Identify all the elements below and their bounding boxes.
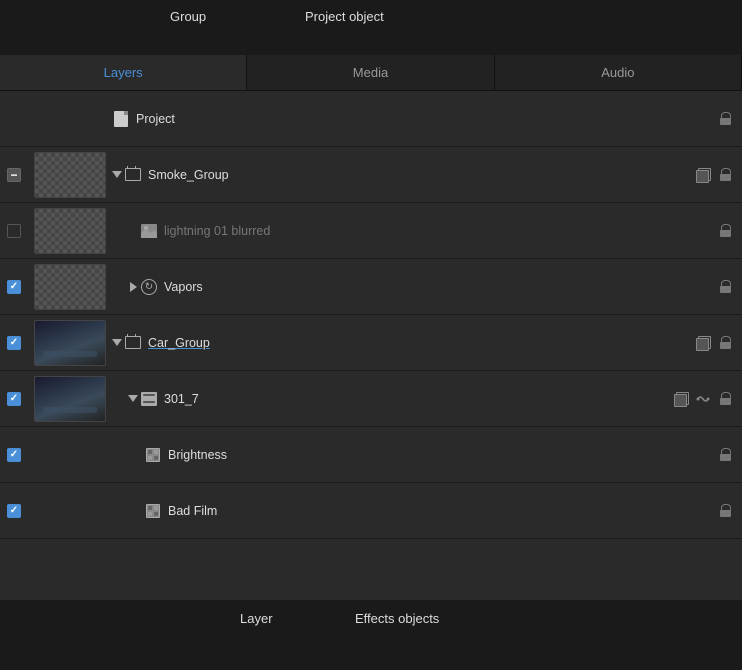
layer-checkbox[interactable] [7,280,21,294]
tab-layers[interactable]: Layers [0,55,247,90]
layer-expand-toggle[interactable] [128,394,138,404]
layer-type-icon [140,278,158,296]
layer-name: 301_7 [164,392,664,406]
layer-type-icon [144,446,162,464]
layer-expand-toggle[interactable] [112,170,122,180]
lock-icon[interactable] [716,111,734,127]
lock-icon[interactable] [716,335,734,351]
link-icon[interactable] [694,391,712,407]
layer-checkbox[interactable] [7,504,21,518]
lock-icon[interactable] [716,223,734,239]
layer-checkbox[interactable] [7,392,21,406]
lock-icon[interactable] [716,391,734,407]
tab-media[interactable]: Media [247,55,494,90]
layer-row[interactable]: lightning 01 blurred [0,203,742,259]
layer-name: Vapors [164,280,708,294]
lock-icon[interactable] [716,447,734,463]
layer-checkbox[interactable] [7,168,21,182]
layer-name: Smoke_Group [148,168,686,182]
layer-name: lightning 01 blurred [164,224,708,238]
layer-row[interactable]: Brightness [0,427,742,483]
layer-row[interactable]: Bad Film [0,483,742,539]
layer-name: Project [136,112,708,126]
layer-checkbox[interactable] [7,224,21,238]
tab-audio[interactable]: Audio [495,55,742,90]
layer-type-icon [124,334,142,352]
layers-panel: Layers Media Audio Project Smoke_Grouplig… [0,55,742,600]
layer-thumbnail [34,152,106,198]
layer-row[interactable]: Smoke_Group [0,147,742,203]
layer-checkbox[interactable] [7,336,21,350]
layer-type-icon [112,110,130,128]
layer-row[interactable]: Project [0,91,742,147]
layer-thumbnail [34,376,106,422]
layer-expand-toggle[interactable] [112,338,122,348]
layer-type-icon [140,222,158,240]
layer-annotation-label: Layer [240,611,273,626]
tab-bar: Layers Media Audio [0,55,742,91]
layer-type-icon [124,166,142,184]
multiframe-icon[interactable] [694,167,712,183]
layer-row[interactable]: Car_Group [0,315,742,371]
layer-name: Car_Group [148,336,686,350]
layer-type-icon [140,390,158,408]
layer-thumbnail [34,320,106,366]
layer-checkbox[interactable] [7,448,21,462]
project-object-annotation-label: Project object [305,9,384,24]
group-annotation-label: Group [170,9,206,24]
layer-expand-toggle[interactable] [128,282,138,292]
layer-thumbnail [34,264,106,310]
lock-icon[interactable] [716,279,734,295]
layer-row[interactable]: Vapors [0,259,742,315]
layer-thumbnail [34,208,106,254]
bottom-annotations: Layer Effects objects [0,600,742,670]
effects-annotation-label: Effects objects [355,611,439,626]
layer-name: Brightness [168,448,708,462]
layer-list: Project Smoke_Group lightning 01 blurred Va… [0,91,742,600]
lock-icon[interactable] [716,167,734,183]
lock-icon[interactable] [716,503,734,519]
multiframe-icon[interactable] [672,391,690,407]
layer-name: Bad Film [168,504,708,518]
layer-row[interactable]: 301_7 [0,371,742,427]
multiframe-icon[interactable] [694,335,712,351]
layer-type-icon [144,502,162,520]
